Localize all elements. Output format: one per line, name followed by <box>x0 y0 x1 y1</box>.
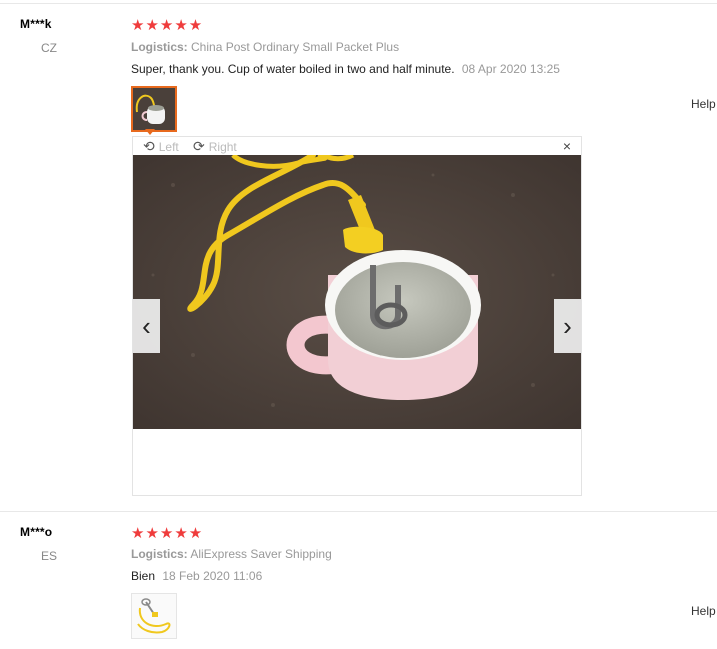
thumbnail-image <box>132 594 176 638</box>
reviewer-name: M***k <box>20 17 52 31</box>
help-link[interactable]: Help <box>691 604 716 618</box>
reviewer-country: ES <box>41 549 58 563</box>
rotate-left-label: Left <box>158 139 179 154</box>
rotate-left-button[interactable]: ⟲ Left <box>143 138 179 155</box>
close-icon[interactable]: × <box>563 138 571 154</box>
star-rating: ★★★★★ <box>131 525 204 542</box>
rotate-right-icon: ⟳ <box>193 138 205 154</box>
review-item: M***k CZ ★★★★★ Logistics: China Post Ord… <box>0 0 717 510</box>
comment-text: Bien <box>131 569 156 583</box>
review-photo-thumbnail[interactable] <box>131 593 177 639</box>
star-rating: ★★★★★ <box>131 17 204 34</box>
logistics-value: AliExpress Saver Shipping <box>190 547 332 561</box>
review-item: M***o ES ★★★★★ Logistics: AliExpress Sav… <box>0 512 717 649</box>
logistics-info: Logistics: AliExpress Saver Shipping <box>131 547 332 561</box>
help-link[interactable]: Help <box>691 97 716 111</box>
logistics-info: Logistics: China Post Ordinary Small Pac… <box>131 40 399 54</box>
rotate-right-label: Right <box>208 139 237 154</box>
image-viewer: ⟲ Left ⟳ Right × ‹ › <box>132 136 582 496</box>
comment-text: Super, thank you. Cup of water boiled in… <box>131 62 455 76</box>
next-image-button[interactable]: › <box>554 299 581 353</box>
photo-image <box>133 155 581 429</box>
logistics-label: Logistics: <box>131 40 188 54</box>
logistics-value: China Post Ordinary Small Packet Plus <box>191 40 400 54</box>
review-date: 18 Feb 2020 11:06 <box>162 569 263 583</box>
review-date: 08 Apr 2020 13:25 <box>461 62 560 76</box>
viewer-toolbar: ⟲ Left ⟳ Right × <box>133 137 581 155</box>
reviewer-country: CZ <box>41 41 57 55</box>
rotate-right-button[interactable]: ⟳ Right <box>193 138 237 155</box>
thumbnail-image <box>133 88 175 130</box>
review-comment: Bien 18 Feb 2020 11:06 <box>131 569 262 583</box>
prev-image-button[interactable]: ‹ <box>133 299 160 353</box>
review-comment: Super, thank you. Cup of water boiled in… <box>131 62 560 76</box>
logistics-label: Logistics: <box>131 547 188 561</box>
reviewer-name: M***o <box>20 525 53 539</box>
thumbnail-pointer <box>145 129 155 135</box>
review-photo-thumbnail[interactable] <box>131 86 177 132</box>
rotate-left-icon: ⟲ <box>143 138 155 154</box>
review-photo: ‹ › <box>133 155 581 429</box>
